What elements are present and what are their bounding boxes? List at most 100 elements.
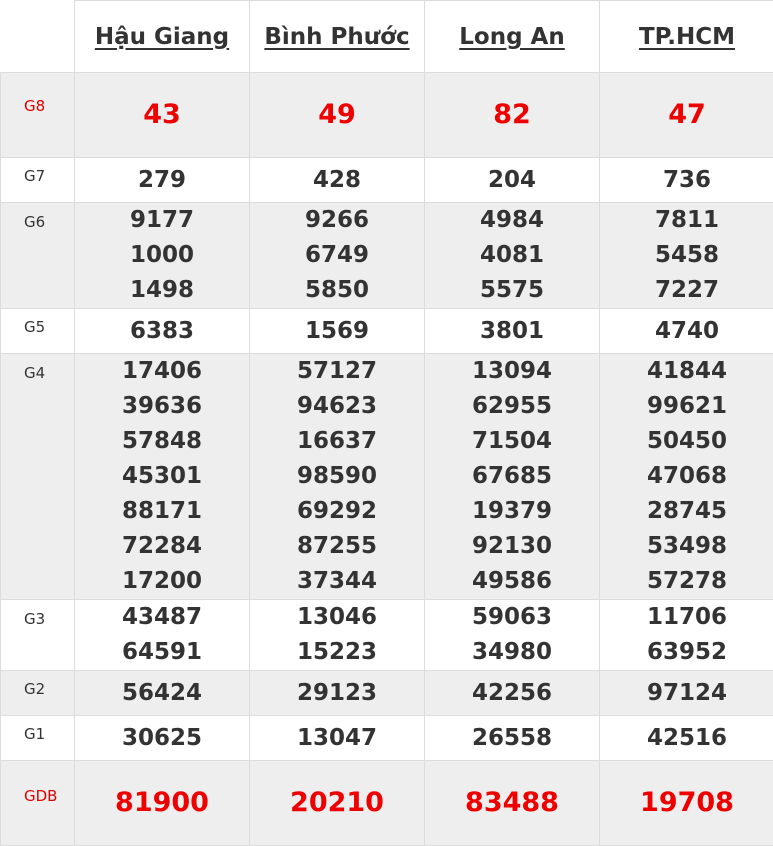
winning-number: 59063 [425,600,599,635]
result-cell: 56424 [75,671,250,716]
result-cell: 4348764591 [75,600,250,671]
winning-number: 428 [250,163,424,198]
winning-number: 94623 [250,389,424,424]
winning-number: 56424 [75,676,249,711]
prize-label: G1 [1,716,75,761]
result-cell: 42516 [600,716,773,761]
winning-number: 57278 [600,564,773,599]
winning-number: 13094 [425,354,599,389]
winning-number: 57127 [250,354,424,389]
winning-number: 42516 [600,721,773,756]
result-cell: 926667495850 [250,203,425,309]
prize-row-g1: G130625130472655842516 [1,716,773,761]
winning-number: 4081 [425,238,599,273]
winning-number: 47 [600,95,773,135]
result-cell: 83488 [425,761,600,846]
winning-number: 49 [250,95,424,135]
winning-number: 99621 [600,389,773,424]
winning-number: 30625 [75,721,249,756]
winning-number: 43 [75,95,249,135]
result-cell: 82 [425,73,600,158]
winning-number: 19708 [600,783,773,823]
result-cell: 781154587227 [600,203,773,309]
winning-number: 39636 [75,389,249,424]
winning-number: 37344 [250,564,424,599]
winning-number: 1569 [250,314,424,349]
province-header: TP.HCM [600,1,773,73]
winning-number: 17406 [75,354,249,389]
result-cell: 498440815575 [425,203,600,309]
winning-number: 16637 [250,424,424,459]
prize-label: G8 [1,73,75,158]
winning-number: 17200 [75,564,249,599]
winning-number: 29123 [250,676,424,711]
winning-number: 50450 [600,424,773,459]
result-cell: 47 [600,73,773,158]
results-body: G843498247 G7279428204736 G691771000149892… [1,73,773,846]
winning-number: 88171 [75,494,249,529]
prize-label: G4 [1,354,75,600]
result-cell: 17406396365784845301881717228417200 [75,354,250,600]
prize-row-g5: G56383156938014740 [1,309,773,354]
winning-number: 98590 [250,459,424,494]
winning-number: 28745 [600,494,773,529]
result-cell: 1569 [250,309,425,354]
prize-label: G3 [1,600,75,671]
result-cell: 57127946231663798590692928725537344 [250,354,425,600]
header-row: Hậu Giang Bình Phước Long An TP.HCM [1,1,773,73]
province-header: Bình Phước [250,1,425,73]
winning-number: 5575 [425,273,599,308]
result-cell: 81900 [75,761,250,846]
winning-number: 19379 [425,494,599,529]
result-cell: 13094629557150467685193799213049586 [425,354,600,600]
result-cell: 1170663952 [600,600,773,671]
winning-number: 279 [75,163,249,198]
winning-number: 72284 [75,529,249,564]
winning-number: 1498 [75,273,249,308]
winning-number: 204 [425,163,599,198]
result-cell: 5906334980 [425,600,600,671]
result-cell: 97124 [600,671,773,716]
winning-number: 4984 [425,203,599,238]
winning-number: 13047 [250,721,424,756]
result-cell: 41844996215045047068287455349857278 [600,354,773,600]
winning-number: 9266 [250,203,424,238]
winning-number: 62955 [425,389,599,424]
winning-number: 11706 [600,600,773,635]
province-link[interactable]: Long An [459,24,564,50]
winning-number: 20210 [250,783,424,823]
province-header: Hậu Giang [75,1,250,73]
province-link[interactable]: TP.HCM [639,24,735,50]
province-header: Long An [425,1,600,73]
winning-number: 67685 [425,459,599,494]
province-link[interactable]: Hậu Giang [95,24,229,50]
winning-number: 9177 [75,203,249,238]
winning-number: 64591 [75,635,249,670]
winning-number: 34980 [425,635,599,670]
prize-row-g6: G691771000149892666749585049844081557578… [1,203,773,309]
winning-number: 69292 [250,494,424,529]
winning-number: 49586 [425,564,599,599]
winning-number: 53498 [600,529,773,564]
province-link[interactable]: Bình Phước [264,24,409,50]
prize-row-gdb: GDB81900202108348819708 [1,761,773,846]
prize-label: G2 [1,671,75,716]
winning-number: 7811 [600,203,773,238]
result-cell: 428 [250,158,425,203]
winning-number: 57848 [75,424,249,459]
winning-number: 63952 [600,635,773,670]
winning-number: 6383 [75,314,249,349]
result-cell: 1304615223 [250,600,425,671]
winning-number: 43487 [75,600,249,635]
winning-number: 736 [600,163,773,198]
prize-label: G7 [1,158,75,203]
winning-number: 71504 [425,424,599,459]
prize-label: G5 [1,309,75,354]
winning-number: 3801 [425,314,599,349]
winning-number: 26558 [425,721,599,756]
winning-number: 6749 [250,238,424,273]
result-cell: 4740 [600,309,773,354]
lottery-results-table: Hậu Giang Bình Phước Long An TP.HCM G843… [0,0,773,846]
result-cell: 13047 [250,716,425,761]
result-cell: 26558 [425,716,600,761]
